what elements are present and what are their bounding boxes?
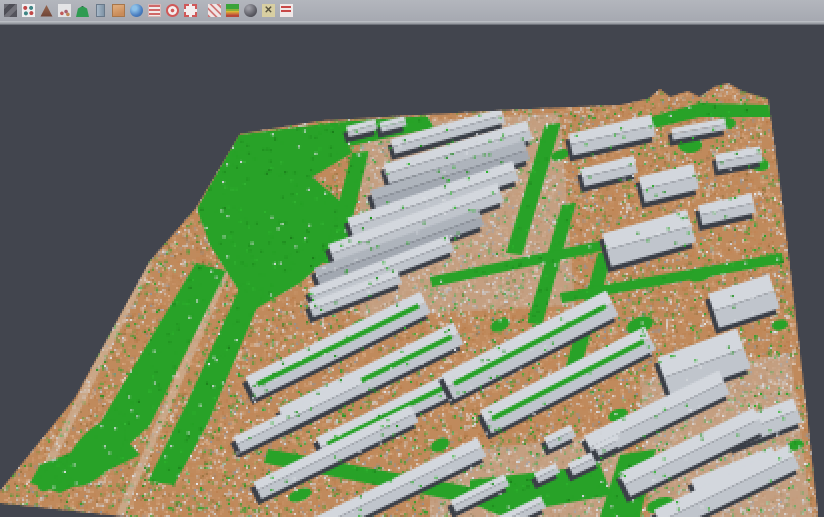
selection-brackets-button[interactable] — [182, 2, 199, 19]
delete-cross-icon — [262, 4, 275, 17]
terrain-icon — [76, 4, 89, 17]
globe-icon — [130, 4, 143, 17]
target-icon — [166, 4, 179, 17]
selection-brackets-icon — [184, 4, 197, 17]
sparse-points-button[interactable] — [56, 2, 73, 19]
sparse-points-icon — [58, 4, 71, 17]
flag-button[interactable] — [278, 2, 295, 19]
orthomosaic-button[interactable] — [110, 2, 127, 19]
tie-points-icon — [22, 4, 35, 17]
delete-cross-button[interactable] — [260, 2, 277, 19]
dsm-mountain-icon — [40, 4, 53, 17]
classification-button[interactable] — [224, 2, 241, 19]
target-button[interactable] — [164, 2, 181, 19]
main-toolbar — [0, 0, 824, 21]
terrain-button[interactable] — [74, 2, 91, 19]
profile-column-icon — [96, 4, 105, 17]
texture-button[interactable] — [2, 2, 19, 19]
viewport — [0, 25, 824, 517]
classification-icon — [226, 4, 239, 17]
dsm-mountain-button[interactable] — [38, 2, 55, 19]
flag-icon — [280, 4, 293, 17]
3d-viewport[interactable] — [0, 25, 824, 517]
grid-icon — [208, 4, 221, 17]
globe-button[interactable] — [128, 2, 145, 19]
texture-icon — [4, 4, 17, 17]
tie-points-button[interactable] — [20, 2, 37, 19]
profile-column-button[interactable] — [92, 2, 109, 19]
sphere-icon — [244, 4, 257, 17]
sphere-button[interactable] — [242, 2, 259, 19]
report-button[interactable] — [146, 2, 163, 19]
report-icon — [148, 4, 161, 17]
grid-button[interactable] — [206, 2, 223, 19]
orthomosaic-icon — [112, 4, 125, 17]
